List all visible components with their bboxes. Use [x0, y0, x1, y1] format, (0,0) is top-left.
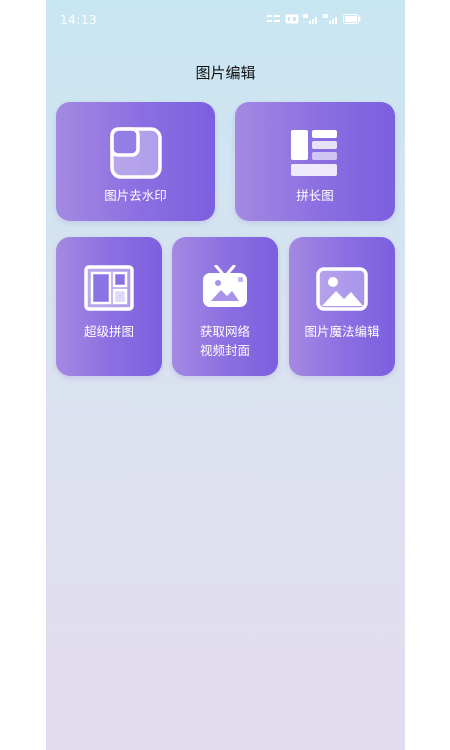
page-title: 图片编辑 — [195, 64, 256, 82]
video-cover-card[interactable]: 获取网络 视频封面 — [172, 237, 278, 376]
video-cover-label-line2: 视频封面 — [199, 343, 250, 358]
tv-image-icon — [203, 265, 247, 307]
battery-icon — [343, 14, 361, 24]
5g-signal-icon — [303, 14, 317, 24]
long-image-label: 拼长图 — [296, 188, 334, 203]
magic-edit-label: 图片魔法编辑 — [304, 324, 380, 339]
landscape-picture-icon — [316, 267, 368, 311]
long-image-card[interactable]: 拼长图 — [235, 102, 395, 221]
status-icons — [267, 14, 361, 24]
speed-readout-icon — [267, 15, 280, 22]
magic-edit-card[interactable]: 图片魔法编辑 — [289, 237, 395, 376]
hd-badge-icon — [285, 14, 299, 24]
collage-layout-icon — [84, 265, 134, 311]
video-cover-label-line1: 获取网络 — [199, 324, 250, 339]
crop-frame-icon — [110, 127, 162, 179]
phone-screen: 14:13 图片编辑 图片去水印 拼长图 超级拼图 获取网络 视频封面 图片魔法… — [46, 0, 405, 750]
super-collage-card[interactable]: 超级拼图 — [56, 237, 162, 376]
super-collage-label: 超级拼图 — [83, 324, 134, 339]
4g-signal-icon — [323, 14, 337, 24]
stacked-tiles-icon — [291, 130, 337, 176]
status-bar: 14:13 — [46, 0, 405, 40]
remove-watermark-card[interactable]: 图片去水印 — [56, 102, 215, 221]
status-time: 14:13 — [60, 13, 98, 27]
remove-watermark-label: 图片去水印 — [104, 188, 167, 203]
